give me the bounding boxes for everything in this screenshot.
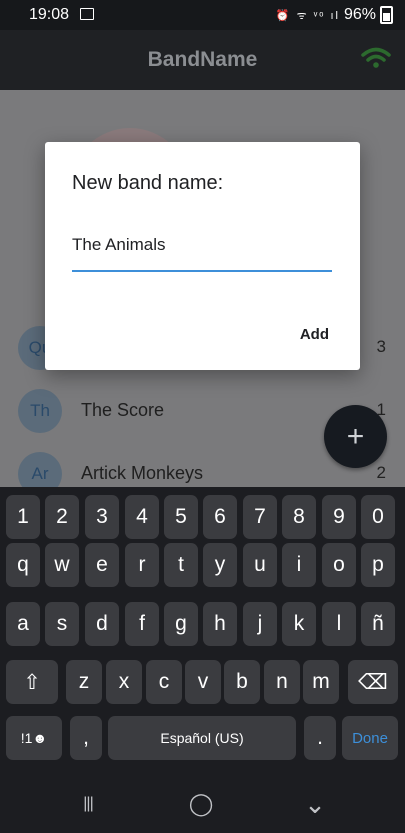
key-h[interactable]: h bbox=[203, 602, 237, 646]
back-icon[interactable]: ⌄ bbox=[300, 789, 330, 819]
key-n-tilde[interactable]: ñ bbox=[361, 602, 395, 646]
key-i[interactable]: i bbox=[282, 543, 316, 587]
wifi-connected-icon bbox=[361, 47, 391, 68]
band-name: The Score bbox=[81, 400, 165, 420]
key-z[interactable]: z bbox=[66, 660, 102, 704]
backspace-key[interactable]: ⌫ bbox=[348, 660, 398, 704]
key-6[interactable]: 6 bbox=[203, 495, 237, 539]
key-7[interactable]: 7 bbox=[243, 495, 277, 539]
key-b[interactable]: b bbox=[224, 660, 260, 704]
add-band-button[interactable]: + bbox=[324, 405, 387, 468]
band-name: Artick Monkeys bbox=[81, 463, 204, 483]
status-bar: 19:08 ⏰ ᯤ ᵛᵒ ıl 96% bbox=[0, 0, 405, 30]
key-g[interactable]: g bbox=[164, 602, 198, 646]
band-votes: 3 bbox=[376, 337, 386, 356]
key-k[interactable]: k bbox=[282, 602, 316, 646]
band-name-input-value: The Animals bbox=[72, 235, 166, 254]
key-t[interactable]: t bbox=[164, 543, 198, 587]
keyboard: 1 2 3 4 5 6 7 8 9 0 q w e r t y u i o p … bbox=[0, 487, 405, 774]
battery-percent: 96% bbox=[343, 6, 376, 23]
key-y[interactable]: y bbox=[203, 543, 237, 587]
key-v[interactable]: v bbox=[185, 660, 221, 704]
key-m[interactable]: m bbox=[303, 660, 339, 704]
done-key[interactable]: Done bbox=[342, 716, 398, 760]
new-band-dialog: New band name: The Animals Add bbox=[45, 142, 360, 370]
home-icon[interactable]: ◯ bbox=[186, 791, 216, 816]
key-1[interactable]: 1 bbox=[6, 495, 40, 539]
key-s[interactable]: s bbox=[45, 602, 79, 646]
band-name-input[interactable]: The Animals bbox=[72, 232, 332, 272]
app-bar: BandName bbox=[0, 30, 405, 90]
key-r[interactable]: r bbox=[125, 543, 159, 587]
key-q[interactable]: q bbox=[6, 543, 40, 587]
battery-icon bbox=[380, 6, 393, 24]
add-button[interactable]: Add bbox=[300, 326, 329, 343]
key-u[interactable]: u bbox=[243, 543, 277, 587]
key-x[interactable]: x bbox=[106, 660, 142, 704]
status-right: ⏰ ᯤ ᵛᵒ ıl 96% bbox=[276, 6, 393, 24]
gallery-notification-icon bbox=[80, 8, 94, 20]
key-0[interactable]: 0 bbox=[361, 495, 395, 539]
key-a[interactable]: a bbox=[6, 602, 40, 646]
key-o[interactable]: o bbox=[322, 543, 356, 587]
key-e[interactable]: e bbox=[85, 543, 119, 587]
key-j[interactable]: j bbox=[243, 602, 277, 646]
status-icons: ⏰ ᯤ ᵛᵒ ıl bbox=[275, 9, 340, 22]
shift-key[interactable]: ⇧ bbox=[6, 660, 58, 704]
key-5[interactable]: 5 bbox=[164, 495, 198, 539]
navigation-bar: ||| ◯ ⌄ bbox=[0, 774, 405, 833]
key-3[interactable]: 3 bbox=[85, 495, 119, 539]
key-9[interactable]: 9 bbox=[322, 495, 356, 539]
key-2[interactable]: 2 bbox=[45, 495, 79, 539]
key-8[interactable]: 8 bbox=[282, 495, 316, 539]
status-time: 19:08 bbox=[29, 6, 70, 23]
period-key[interactable]: . bbox=[304, 716, 336, 760]
space-key[interactable]: Español (US) bbox=[108, 716, 296, 760]
key-l[interactable]: l bbox=[322, 602, 356, 646]
symbols-key[interactable]: !1☻ bbox=[6, 716, 62, 760]
key-4[interactable]: 4 bbox=[125, 495, 159, 539]
key-d[interactable]: d bbox=[85, 602, 119, 646]
key-f[interactable]: f bbox=[125, 602, 159, 646]
key-c[interactable]: c bbox=[146, 660, 182, 704]
key-p[interactable]: p bbox=[361, 543, 395, 587]
page-title: BandName bbox=[147, 48, 258, 71]
band-votes: 2 bbox=[376, 463, 386, 482]
recent-apps-icon[interactable]: ||| bbox=[73, 792, 103, 816]
key-n[interactable]: n bbox=[264, 660, 300, 704]
avatar: Th bbox=[18, 389, 62, 433]
comma-key[interactable]: , bbox=[70, 716, 102, 760]
dialog-title: New band name: bbox=[72, 172, 224, 194]
key-w[interactable]: w bbox=[45, 543, 79, 587]
